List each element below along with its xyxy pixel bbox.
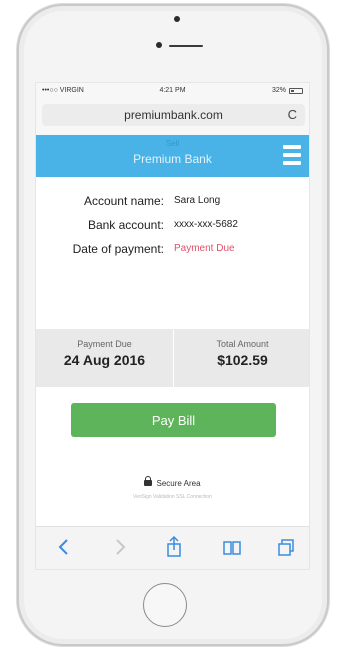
tabs-icon[interactable]	[276, 535, 296, 559]
total-amount-cell: Total Amount $102.59	[174, 329, 309, 387]
forward-icon[interactable]	[110, 535, 130, 559]
payment-due-cell: Payment Due 24 Aug 2016	[36, 329, 173, 387]
ssl-note: VeriSign Validation SSL Connection	[133, 494, 212, 500]
status-bar: •••○○ VIRGIN 4:21 PM 32%	[36, 83, 309, 99]
payment-date-value: Payment Due	[174, 243, 235, 254]
pay-bill-button[interactable]: Pay Bill	[71, 403, 276, 437]
hamburger-icon[interactable]	[283, 145, 301, 165]
home-button[interactable]	[143, 583, 187, 627]
proximity-sensor	[156, 42, 162, 48]
bank-account-row: Bank account: xxxx-xxx-5682	[36, 215, 309, 239]
menu-bar	[283, 153, 301, 157]
payment-due-label: Payment Due	[77, 339, 132, 349]
battery-status: 32%	[272, 87, 303, 94]
payment-due-date: 24 Aug 2016	[63, 352, 146, 368]
lock-icon	[144, 475, 153, 486]
bank-account-label: Bank account:	[87, 218, 164, 232]
url-field[interactable]: premiumbank.com C	[42, 104, 305, 126]
menu-bar	[283, 161, 301, 165]
reload-icon[interactable]: C	[288, 107, 297, 122]
payment-date-row: Date of payment: Payment Due	[36, 239, 309, 263]
account-name-row: Account name: Sara Long	[36, 191, 309, 215]
total-amount-value: $102.59	[217, 352, 268, 368]
payment-summary: Payment Due 24 Aug 2016 Total Amount $10…	[36, 329, 309, 387]
back-icon[interactable]	[54, 535, 74, 559]
account-name-value: Sara Long	[174, 195, 221, 206]
front-camera	[174, 16, 180, 22]
url-text: premiumbank.com	[124, 108, 223, 122]
total-amount-label: Total Amount	[216, 339, 269, 349]
secure-area: Secure Area	[36, 475, 309, 488]
account-info: Account name: Sara Long Bank account: xx…	[36, 191, 309, 263]
site-header: Sell Premium Bank	[36, 135, 309, 177]
menu-bar	[283, 145, 301, 149]
bookmarks-icon[interactable]	[222, 535, 242, 559]
site-logo: Sell	[165, 139, 180, 148]
phone-screen: •••○○ VIRGIN 4:21 PM 32% premiumbank.com…	[35, 82, 310, 570]
browser-address-bar: premiumbank.com C	[36, 99, 309, 135]
earpiece-speaker	[169, 45, 203, 47]
status-time: 4:21 PM	[159, 87, 186, 94]
share-icon[interactable]	[164, 535, 184, 559]
account-name-label: Account name:	[83, 194, 164, 208]
battery-icon	[289, 87, 303, 94]
secure-area-label: Secure Area	[156, 479, 201, 488]
bank-account-value: xxxx-xxx-5682	[174, 219, 238, 230]
site-brand: Premium Bank	[133, 152, 212, 166]
payment-date-label: Date of payment:	[72, 242, 164, 256]
battery-percent: 32%	[271, 87, 286, 94]
browser-toolbar	[36, 526, 309, 569]
